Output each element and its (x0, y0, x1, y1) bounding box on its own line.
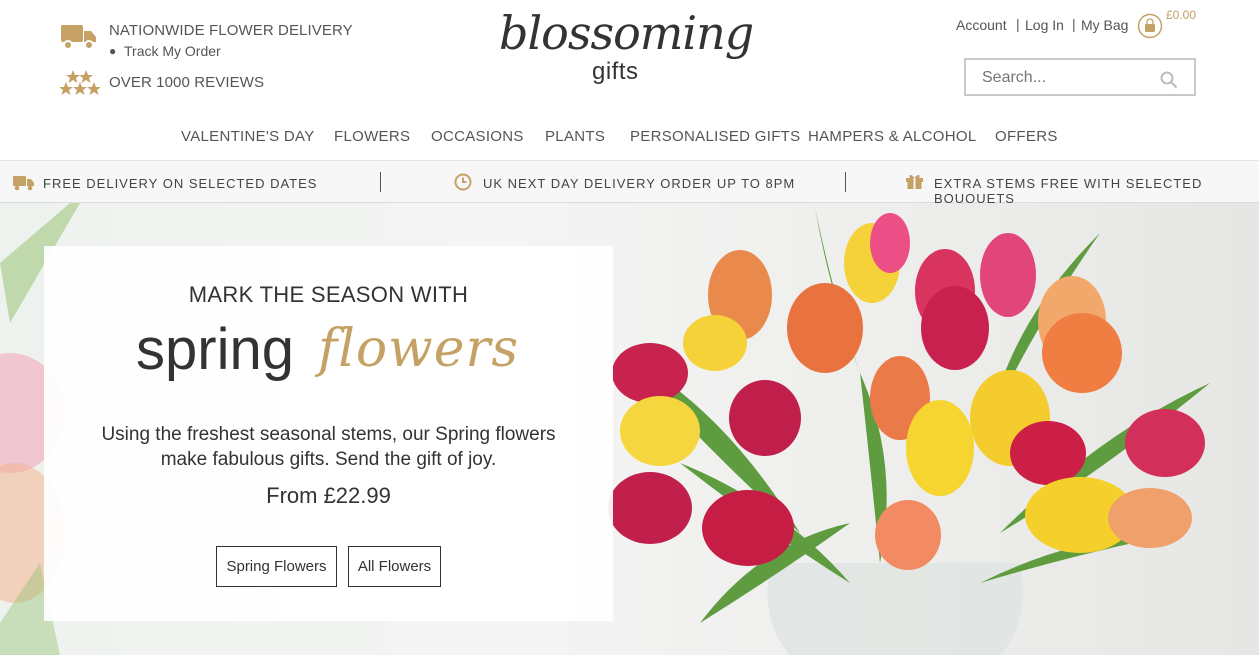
nav-item-flowers[interactable]: FLOWERS (334, 128, 410, 145)
hero-price: From £22.99 (266, 483, 391, 508)
bag-total: £0.00 (1166, 8, 1197, 22)
truck-icon (61, 25, 96, 50)
hero-kicker: MARK THE SEASON WITH (188, 282, 469, 307)
clock-icon (454, 173, 472, 191)
link-separator: | (1072, 16, 1076, 32)
shopping-bag-icon[interactable] (1137, 13, 1163, 39)
delivery-title: NATIONWIDE FLOWER DELIVERY (109, 22, 353, 39)
nav-item-personalised-gifts[interactable]: PERSONALISED GIFTS (630, 128, 800, 145)
site-logo[interactable]: blossoming gifts (495, 2, 754, 94)
link-separator: | (1016, 16, 1020, 32)
usp-extra-stems: EXTRA STEMS FREE WITH SELECTED BOUQUETS (934, 176, 1203, 206)
nav-item-hampers-alcohol[interactable]: HAMPERS & ALCOHOL (808, 128, 976, 145)
logo-wordmark: blossoming (499, 6, 754, 60)
all-flowers-button[interactable]: All Flowers (348, 546, 441, 587)
usp-next-day: UK NEXT DAY DELIVERY ORDER UP TO 8PM (483, 176, 796, 191)
usp-divider (380, 172, 381, 192)
hero-banner[interactable]: MARK THE SEASON WITH spring flowers Usin… (0, 203, 1259, 655)
my-bag-link[interactable]: My Bag (1081, 17, 1128, 33)
hero-title-main: spring (136, 317, 294, 382)
usp-divider (845, 172, 846, 192)
search-box (964, 58, 1196, 96)
search-icon[interactable] (1160, 71, 1178, 89)
main-nav: VALENTINE'S DAY FLOWERS OCCASIONS PLANTS… (0, 128, 1259, 150)
usp-free-delivery: FREE DELIVERY ON SELECTED DATES (43, 176, 318, 191)
map-pin-icon: ● (109, 44, 117, 58)
nav-item-occasions[interactable]: OCCASIONS (431, 128, 524, 145)
login-link[interactable]: Log In (1025, 17, 1064, 33)
usp-bar: FREE DELIVERY ON SELECTED DATES UK NEXT … (0, 160, 1259, 206)
account-link[interactable]: Account (956, 17, 1007, 33)
hero-description-line: make fabulous gifts. Send the gift of jo… (160, 449, 497, 470)
track-order-link[interactable]: Track My Order (124, 43, 221, 59)
truck-icon (13, 176, 34, 191)
hero-description-line: Using the freshest seasonal stems, our S… (101, 424, 556, 445)
nav-item-valentines[interactable]: VALENTINE'S DAY (181, 128, 315, 145)
spring-flowers-button[interactable]: Spring Flowers (216, 546, 337, 587)
nav-item-offers[interactable]: OFFERS (995, 128, 1058, 145)
nav-item-plants[interactable]: PLANTS (545, 128, 605, 145)
hero-title-script: flowers (318, 319, 520, 379)
search-input[interactable] (980, 68, 1154, 88)
hero-card: MARK THE SEASON WITH spring flowers Usin… (44, 246, 613, 621)
hero-description: Using the freshest seasonal stems, our S… (74, 422, 583, 472)
site-header: NATIONWIDE FLOWER DELIVERY ● Track My Or… (0, 0, 1259, 160)
gift-icon (906, 174, 923, 189)
logo-subtitle: gifts (592, 58, 639, 85)
reviews-text: OVER 1000 REVIEWS (109, 74, 265, 91)
stars-icon (60, 70, 100, 95)
